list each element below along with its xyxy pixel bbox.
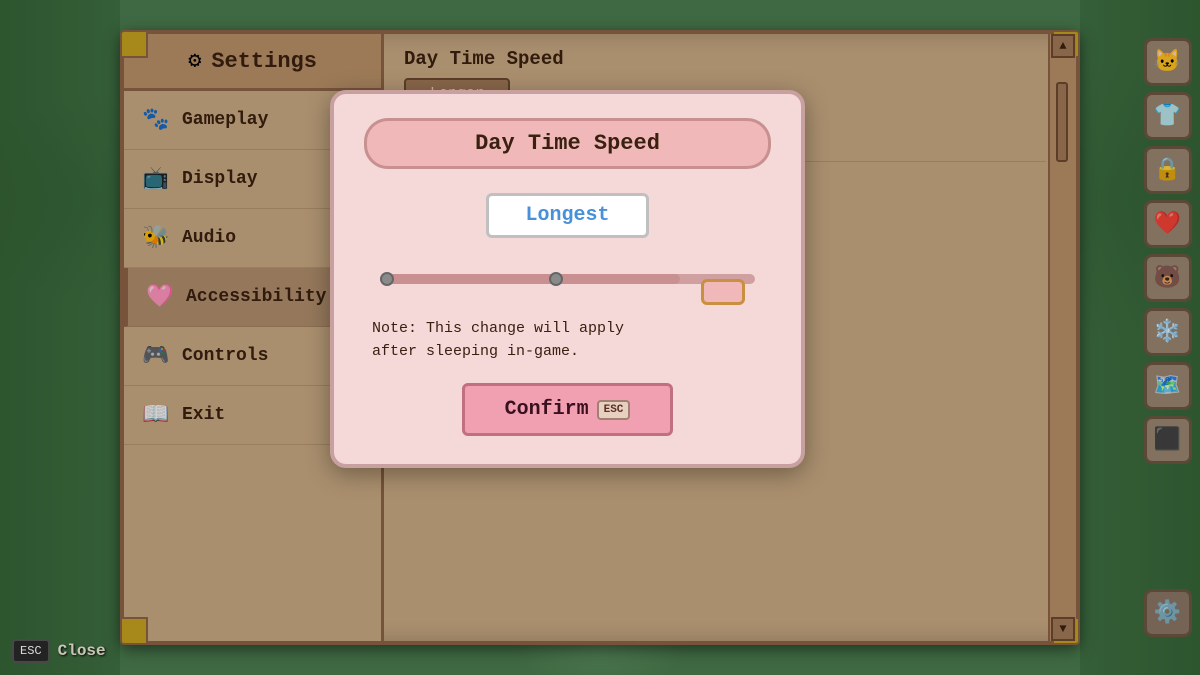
slider-track[interactable] bbox=[380, 274, 755, 284]
dialog-value-display: Longest bbox=[364, 193, 771, 238]
esc-badge: ESC bbox=[597, 400, 631, 420]
slider-end-button[interactable] bbox=[701, 279, 745, 305]
confirm-label: Confirm bbox=[505, 398, 589, 421]
slider-fill bbox=[380, 274, 680, 284]
confirm-button-wrap: Confirm ESC bbox=[364, 383, 771, 436]
slider-thumb-left bbox=[380, 272, 394, 286]
dialog-note: Note: This change will applyafter sleepi… bbox=[364, 318, 771, 363]
confirm-button[interactable]: Confirm ESC bbox=[462, 383, 674, 436]
slider-container bbox=[364, 256, 771, 310]
day-time-speed-dialog: Day Time Speed Longest Note: This change… bbox=[330, 90, 805, 468]
dialog-title: Day Time Speed bbox=[475, 131, 660, 156]
dialog-title-bar: Day Time Speed bbox=[364, 118, 771, 169]
slider-thumb-mid bbox=[549, 272, 563, 286]
dialog-value-box: Longest bbox=[486, 193, 648, 238]
